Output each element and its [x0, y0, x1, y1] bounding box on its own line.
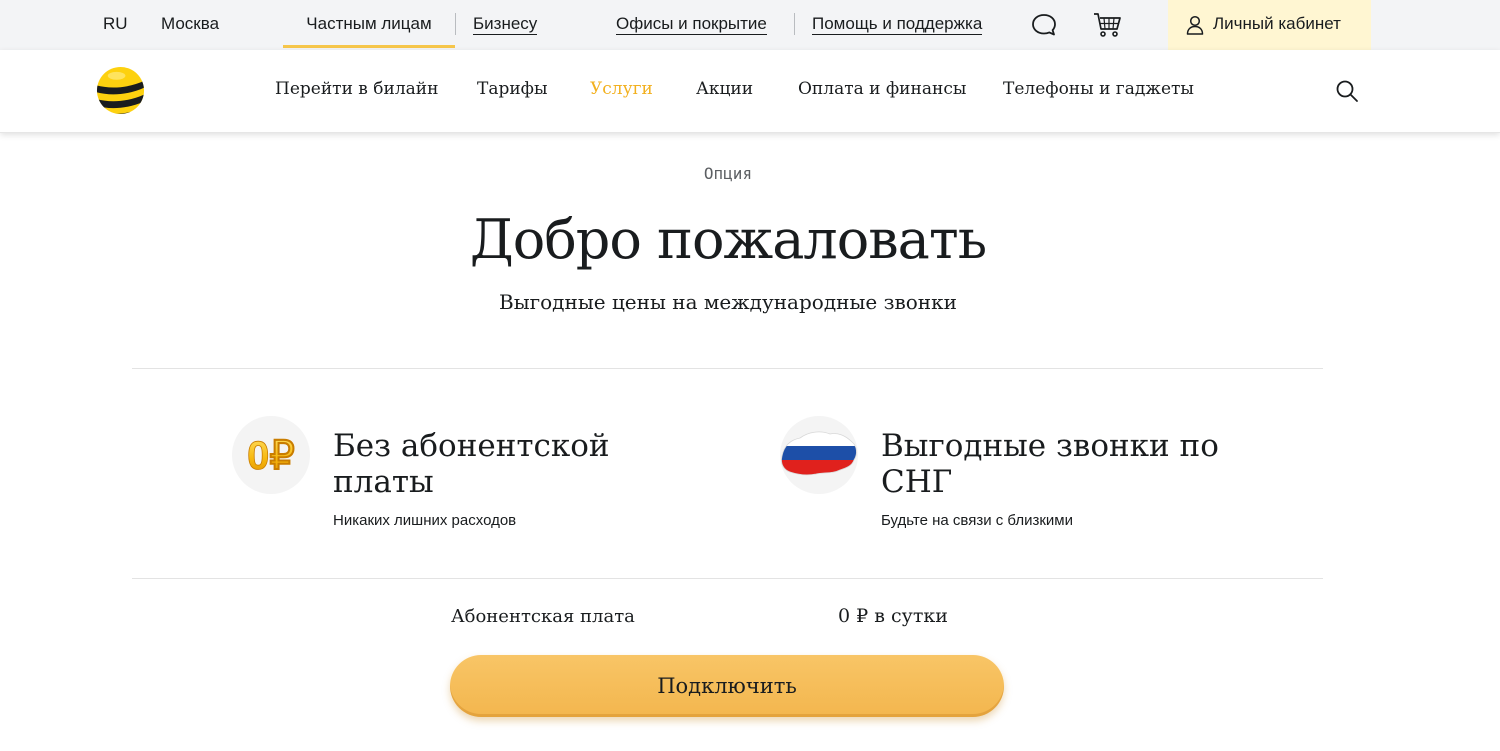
page-title: Добро пожаловать	[469, 208, 987, 271]
russia-map-icon	[780, 416, 858, 494]
divider	[455, 13, 456, 35]
nav-item-services[interactable]: Услуги	[590, 79, 653, 99]
nav-item-promotions[interactable]: Акции	[696, 79, 753, 99]
nav-item-go-to-beeline[interactable]: Перейти в билайн	[275, 79, 438, 99]
subscription-fee-value: 0 ₽ в сутки	[838, 605, 948, 627]
offices-coverage-link[interactable]: Офисы и покрытие	[616, 14, 767, 35]
section-divider	[132, 578, 1323, 579]
personal-account-button[interactable]: Личный кабинет	[1168, 0, 1371, 50]
city-selector[interactable]: Москва	[161, 14, 219, 34]
personal-account-label: Личный кабинет	[1213, 14, 1341, 33]
nav-item-payment-finance[interactable]: Оплата и финансы	[798, 79, 966, 99]
feature-title-no-fee: Без абонентской платы	[333, 428, 610, 500]
page-subtitle: Выгодные цены на международные звонки	[499, 290, 957, 314]
feature-title-cis-calls: Выгодные звонки по СНГ	[881, 428, 1219, 500]
nav-item-phones-gadgets[interactable]: Телефоны и гаджеты	[1003, 79, 1194, 99]
nav-item-tariffs[interactable]: Тарифы	[477, 79, 548, 99]
feature-desc-cis-calls: Будьте на связи с близкими	[881, 512, 1073, 529]
subscription-fee-label: Абонентская плата	[451, 606, 635, 627]
zero-ruble-icon: 0₽	[232, 416, 310, 494]
segment-business-link[interactable]: Бизнесу	[473, 14, 538, 35]
divider	[794, 13, 795, 35]
feature-desc-no-fee: Никаких лишних расходов	[333, 512, 517, 529]
svg-text:0₽: 0₽	[247, 434, 295, 478]
user-icon	[1186, 15, 1204, 35]
chat-bubble-icon[interactable]	[1031, 13, 1057, 37]
search-icon[interactable]	[1335, 79, 1359, 103]
language-switch[interactable]: RU	[103, 14, 128, 34]
section-divider	[132, 368, 1323, 369]
option-eyebrow: Опция	[703, 164, 753, 183]
segment-private-tab[interactable]: Частным лицам	[283, 0, 455, 48]
main-navigation: Перейти в билайн Тарифы Услуги Акции Опл…	[0, 50, 1500, 133]
help-support-link[interactable]: Помощь и поддержка	[812, 14, 983, 35]
top-utility-bar: RU Москва Частным лицам Бизнесу Офисы и …	[0, 0, 1500, 50]
connect-button[interactable]: Подключить	[450, 655, 1004, 717]
beeline-logo[interactable]	[96, 66, 145, 115]
cart-icon[interactable]	[1093, 12, 1123, 38]
